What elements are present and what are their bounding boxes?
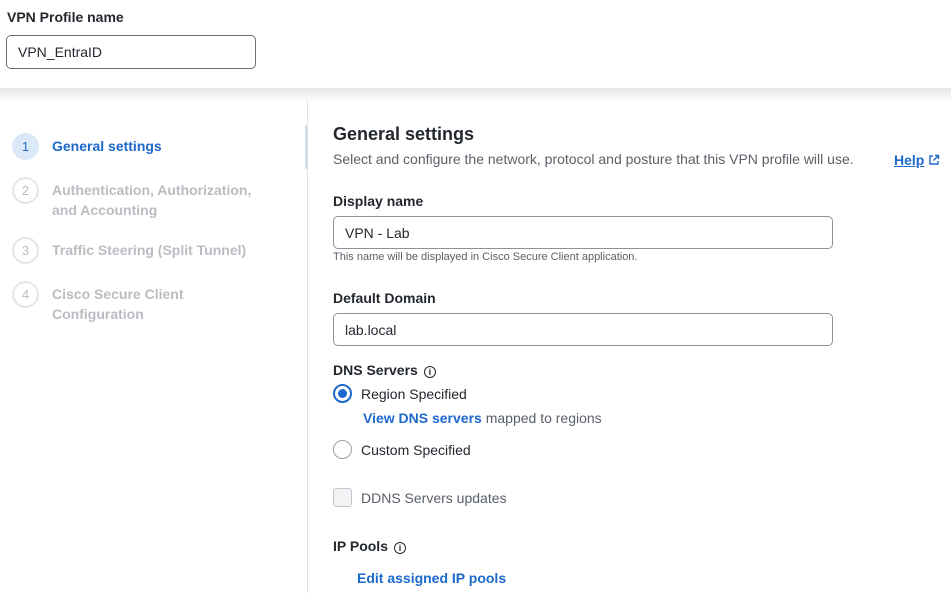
step-general-settings[interactable]: 1 General settings [12,133,162,160]
view-dns-servers-link[interactable]: View DNS servers [363,410,482,426]
display-name-hint: This name will be displayed in Cisco Sec… [333,251,638,263]
info-icon[interactable]: i [393,542,406,554]
radio-custom-specified[interactable]: Custom Specified [333,440,471,459]
radio-label: Region Specified [361,385,467,402]
step-aaa[interactable]: 2 Authentication, Authorization, and Acc… [12,177,272,220]
ddns-label: DDNS Servers updates [361,489,507,506]
external-link-icon [929,154,940,165]
radio-region-specified[interactable]: Region Specified [333,384,467,403]
edit-ip-pools-row: Edit assigned IP pools [357,570,506,586]
profile-name-label: VPN Profile name [7,9,124,25]
profile-header: VPN Profile name [0,0,951,88]
radio-button[interactable] [333,384,352,403]
step-label: General settings [52,138,162,154]
step-label: Traffic Steering (Split Tunnel) [52,242,247,258]
step-label: Authentication, Authorization, and Accou… [52,182,252,218]
stepper-sidebar [0,100,308,593]
profile-name-input[interactable] [6,35,256,69]
dns-servers-label: DNS Servers i [333,362,436,378]
dns-servers-link-row: View DNS servers mapped to regions [363,410,602,426]
step-number: 4 [12,281,39,308]
step-number: 1 [12,133,39,160]
ddns-checkbox[interactable] [333,488,352,507]
display-name-input[interactable] [333,216,833,249]
step-secure-client[interactable]: 4 Cisco Secure Client Configuration [12,281,212,324]
help-label: Help [894,152,925,168]
section-description: Select and configure the network, protoc… [333,151,854,167]
section-divider [0,88,951,100]
radio-button[interactable] [333,440,352,459]
ip-pools-label: IP Pools i [333,538,406,554]
section-title: General settings [333,124,475,144]
default-domain-input[interactable] [333,313,833,346]
view-dns-suffix: mapped to regions [485,410,602,426]
help-link[interactable]: Help [894,152,940,168]
step-number: 2 [12,177,39,204]
dns-servers-label-text: DNS Servers [333,362,418,378]
active-step-indicator [305,125,308,169]
step-traffic-steering[interactable]: 3 Traffic Steering (Split Tunnel) [12,237,246,264]
ddns-updates-checkbox-row[interactable]: DDNS Servers updates [333,488,507,507]
step-number: 3 [12,237,39,264]
display-name-label: Display name [333,193,424,209]
default-domain-label: Default Domain [333,290,436,306]
info-icon[interactable]: i [423,366,436,378]
ip-pools-label-text: IP Pools [333,538,388,554]
radio-label: Custom Specified [361,441,471,458]
step-label: Cisco Secure Client Configuration [52,286,184,322]
edit-assigned-ip-pools-link[interactable]: Edit assigned IP pools [357,570,506,586]
